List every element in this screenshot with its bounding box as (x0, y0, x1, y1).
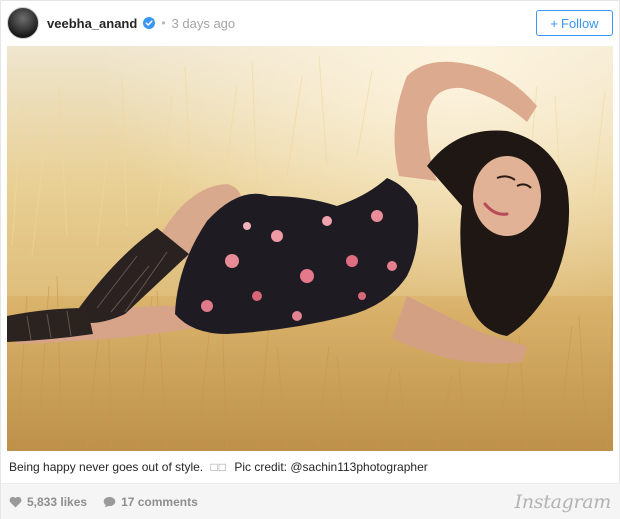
caption-credit-prefix: Pic credit: (234, 460, 288, 474)
post-footer: 5,833 likes 17 comments Instagram (1, 483, 620, 519)
comments-count[interactable]: 17 comments (103, 495, 198, 509)
comments-label: 17 comments (121, 495, 198, 509)
plus-icon: + (550, 15, 558, 31)
post-header: veebha_anand • 3 days ago + Follow (1, 1, 620, 45)
speech-bubble-icon (103, 496, 116, 508)
caption-text: Being happy never goes out of style. (9, 460, 204, 474)
follow-button-label: Follow (561, 15, 599, 31)
post-caption: Being happy never goes out of style. □□ … (9, 460, 613, 474)
post-timestamp[interactable]: 3 days ago (172, 16, 236, 31)
photographer-mention-link[interactable]: @sachin113photographer (290, 460, 427, 474)
username-link[interactable]: veebha_anand (47, 16, 137, 31)
instagram-post-card: veebha_anand • 3 days ago + Follow Being… (0, 0, 620, 519)
heart-icon (9, 496, 22, 508)
verified-badge-icon (143, 17, 156, 29)
caption-emoji-placeholder: □□ (210, 460, 227, 474)
follow-button[interactable]: + Follow (536, 10, 613, 36)
header-separator: • (161, 16, 166, 30)
likes-label: 5,833 likes (27, 495, 88, 509)
likes-count[interactable]: 5,833 likes (9, 495, 87, 509)
user-avatar[interactable] (7, 7, 39, 39)
post-photo-image (7, 46, 613, 451)
post-photo[interactable] (7, 46, 613, 451)
instagram-logo[interactable]: Instagram (515, 491, 612, 513)
